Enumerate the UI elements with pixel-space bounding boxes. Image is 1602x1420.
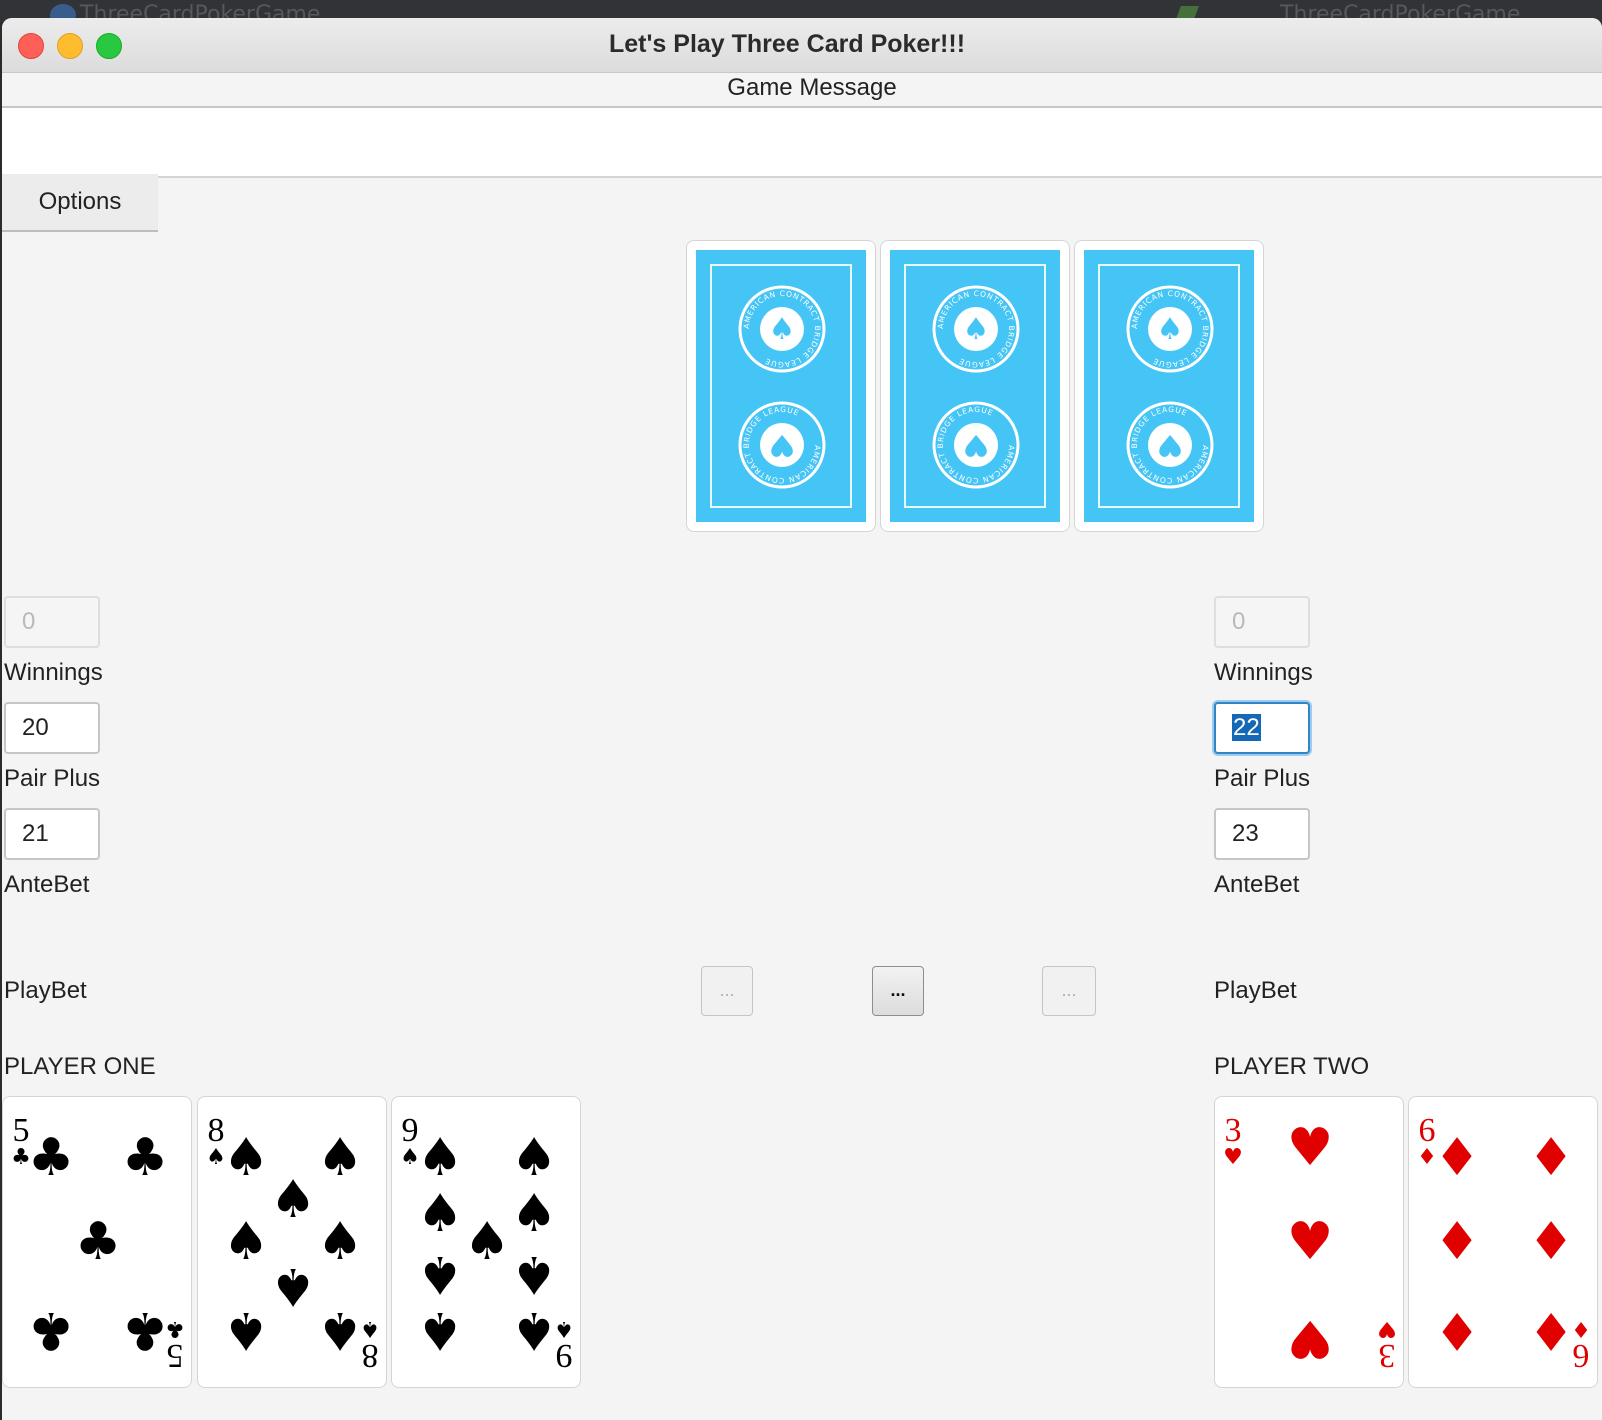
svg-text:♠: ♠ bbox=[963, 312, 990, 347]
player-two-ante-bet-label: AnteBet bbox=[1214, 871, 1300, 898]
player-two-name: PLAYER TWO bbox=[1214, 1053, 1370, 1080]
action-button-right[interactable]: ... bbox=[1042, 966, 1096, 1016]
player-two-winnings-field[interactable]: 0 bbox=[1214, 596, 1310, 648]
player-one-name: PLAYER ONE bbox=[4, 1053, 156, 1080]
player-one-pair-plus-field[interactable]: 20 bbox=[4, 702, 100, 754]
svg-text:♠: ♠ bbox=[317, 1300, 364, 1360]
svg-text:♠: ♠ bbox=[317, 1128, 364, 1188]
svg-text:♦: ♦ bbox=[1528, 1128, 1575, 1188]
player-two-ante-bet-field[interactable]: 23 bbox=[1214, 808, 1310, 860]
svg-text:♠: ♠ bbox=[417, 1300, 464, 1360]
svg-text:♠: ♠ bbox=[511, 1300, 558, 1360]
svg-text:♥: ♥ bbox=[1287, 1212, 1334, 1272]
svg-text:♠: ♠ bbox=[223, 1128, 270, 1188]
game-window: Let's Play Three Card Poker!!! Game Mess… bbox=[2, 18, 1602, 1420]
svg-text:♦: ♦ bbox=[1434, 1212, 1481, 1272]
diamond-icon: 6♦6♦♦ ♦♦ ♦♦ ♦ bbox=[1417, 1112, 1591, 1374]
svg-text:♦: ♦ bbox=[1528, 1212, 1575, 1272]
svg-text:♠: ♠ bbox=[223, 1212, 270, 1272]
svg-text:♦: ♦ bbox=[1434, 1128, 1481, 1188]
options-menu[interactable]: Options bbox=[2, 174, 158, 232]
svg-text:♣: ♣ bbox=[122, 1128, 169, 1188]
player-two-play-bet-label: PlayBet bbox=[1214, 977, 1297, 1004]
svg-text:♠: ♠ bbox=[464, 1212, 511, 1272]
svg-text:♥: ♥ bbox=[769, 427, 796, 462]
svg-text:♠: ♠ bbox=[417, 1244, 464, 1304]
svg-text:♥: ♥ bbox=[1223, 1145, 1243, 1170]
player-one-ante-bet-label: AnteBet bbox=[4, 871, 90, 898]
svg-text:♠: ♠ bbox=[511, 1244, 558, 1304]
dealer-card-back: ♠ AMERICAN CONTRACT BRIDGE LEAGUE ♥ AMERICA… bbox=[880, 240, 1070, 532]
diamond-6-card: 6 ♦ 6 ♦ ♦ ♦ ♦ ♦ ♦ ♦ bbox=[1408, 1096, 1598, 1388]
player-one-play-bet-label: PlayBet bbox=[4, 977, 87, 1004]
svg-text:♥: ♥ bbox=[963, 427, 990, 462]
bridge-league-emblem: ♥ AMERICAN CONTRACT BRIDGE LEAGUE bbox=[738, 401, 826, 489]
bridge-league-emblem: ♥ AMERICAN CONTRACT BRIDGE LEAGUE bbox=[1126, 401, 1214, 489]
spade-icon: 9♠9♠♠ ♠♠ ♠♠♠ ♠♠ ♠ bbox=[400, 1112, 574, 1374]
player-two-winnings-label: Winnings bbox=[1214, 659, 1313, 686]
title-bar: Let's Play Three Card Poker!!! bbox=[2, 18, 1602, 73]
svg-text:♠: ♠ bbox=[769, 312, 796, 347]
player-one-pair-plus-label: Pair Plus bbox=[4, 765, 101, 792]
svg-text:♠: ♠ bbox=[270, 1256, 317, 1316]
bridge-league-emblem: ♠AMERICAN CONTRACT BRIDGE LEAGUE bbox=[738, 285, 826, 373]
svg-text:♠: ♠ bbox=[511, 1184, 558, 1244]
player-two-pair-plus-label: Pair Plus bbox=[1214, 765, 1311, 792]
club-5-card: 5 ♣ 5 ♣ ♣ ♣ ♣ ♣ ♣ bbox=[2, 1096, 192, 1388]
bridge-league-emblem: ♠AMERICAN CONTRACT BRIDGE LEAGUE bbox=[932, 285, 1020, 373]
svg-text:♥: ♥ bbox=[1157, 427, 1184, 462]
spade-icon: 8♠8♠♠ ♠♠♠ ♠♠♠ ♠ bbox=[206, 1112, 380, 1374]
svg-text:♣: ♣ bbox=[28, 1128, 75, 1188]
svg-text:♠: ♠ bbox=[1157, 312, 1184, 347]
game-message-label: Game Message bbox=[727, 74, 897, 101]
bridge-league-emblem: ♠AMERICAN CONTRACT BRIDGE LEAGUE bbox=[1126, 285, 1214, 373]
heart-icon: 3♥3♥♥♥♥ bbox=[1223, 1112, 1397, 1374]
svg-text:♠: ♠ bbox=[270, 1170, 317, 1230]
svg-text:♦: ♦ bbox=[1434, 1300, 1481, 1360]
spade-8-card: 8 ♠ 8 ♠ ♠ ♠ ♠ ♠ ♠ ♠ ♠ ♠ bbox=[197, 1096, 387, 1388]
bridge-league-emblem: ♥ AMERICAN CONTRACT BRIDGE LEAGUE bbox=[932, 401, 1020, 489]
svg-text:♠: ♠ bbox=[317, 1212, 364, 1272]
player-one-winnings-field[interactable]: 0 bbox=[4, 596, 100, 648]
player-one-ante-bet-field[interactable]: 21 bbox=[4, 808, 100, 860]
svg-text:♥: ♥ bbox=[1287, 1118, 1334, 1178]
svg-text:3: 3 bbox=[1379, 1337, 1396, 1374]
svg-text:♣: ♣ bbox=[28, 1300, 75, 1360]
svg-text:♥: ♥ bbox=[1287, 1308, 1334, 1368]
heart-3-card: 3 ♥ 3 ♥ ♥ ♥ ♥ bbox=[1214, 1096, 1404, 1388]
window-title: Let's Play Three Card Poker!!! bbox=[608, 30, 966, 58]
player-one-winnings-label: Winnings bbox=[4, 659, 103, 686]
svg-text:♣: ♣ bbox=[75, 1212, 122, 1272]
svg-text:♠: ♠ bbox=[511, 1128, 558, 1188]
selected-text: 22 bbox=[1232, 714, 1261, 741]
svg-text:♠: ♠ bbox=[223, 1300, 270, 1360]
player-two-pair-plus-field[interactable]: 22 bbox=[1214, 702, 1310, 754]
svg-text:♦: ♦ bbox=[1528, 1300, 1575, 1360]
svg-text:♠: ♠ bbox=[417, 1128, 464, 1188]
action-button-center[interactable]: ... bbox=[872, 966, 924, 1016]
spade-9-card: 9 ♠ 9 ♠ ♠ ♠ ♠ ♠ ♠ ♠ ♠ ♠ ♠ bbox=[391, 1096, 581, 1388]
action-button-left[interactable]: ... bbox=[701, 966, 753, 1016]
svg-text:3: 3 bbox=[1225, 1112, 1242, 1149]
svg-text:♣: ♣ bbox=[122, 1300, 169, 1360]
svg-text:♥: ♥ bbox=[1377, 1316, 1397, 1341]
club-icon: 5♣5♣♣ ♣♣♣ ♣ bbox=[11, 1112, 185, 1374]
svg-text:♠: ♠ bbox=[417, 1184, 464, 1244]
dealer-card-back: ♠ AMERICAN CONTRACT BRIDGE LEAGUE ♥ AMERICA… bbox=[686, 240, 876, 532]
game-message-area[interactable] bbox=[2, 106, 1602, 178]
dealer-card-back: ♠ AMERICAN CONTRACT BRIDGE LEAGUE ♥ AMERICA… bbox=[1074, 240, 1264, 532]
